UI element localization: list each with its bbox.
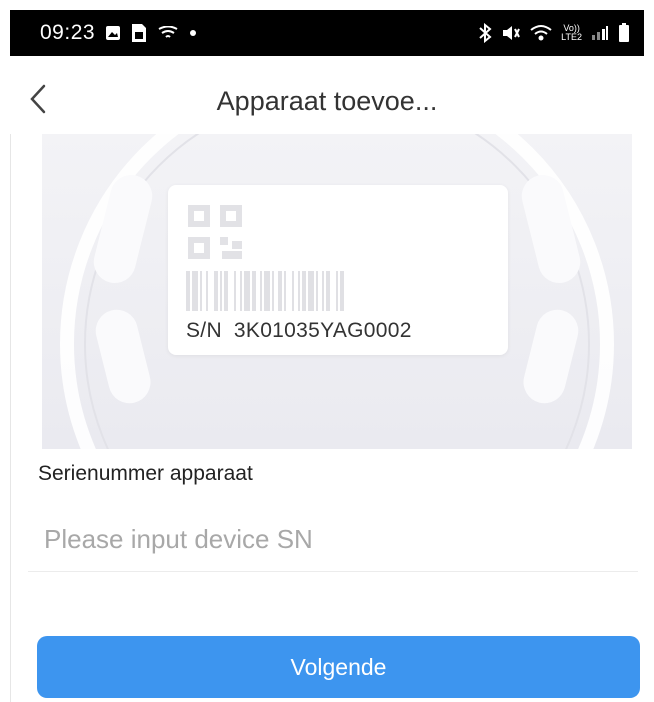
barcode-bar — [234, 271, 236, 311]
barcode-bar — [224, 271, 228, 311]
app-bar: Apparaat toevoe... — [10, 64, 644, 134]
barcode-icon — [186, 271, 344, 311]
serial-number-text: S/N 3K01035YAG0002 — [186, 319, 412, 343]
dot-icon — [189, 29, 197, 37]
barcode-bar — [220, 271, 222, 311]
barcode-bar — [316, 271, 318, 311]
barcode-bar — [260, 271, 262, 311]
status-right: Vo)) LTE2 — [478, 23, 630, 43]
battery-icon — [618, 23, 630, 43]
barcode-bar — [284, 271, 286, 311]
barcode-bar — [302, 271, 306, 311]
serial-number-label-card: S/N 3K01035YAG0002 — [168, 185, 508, 355]
barcode-bar — [200, 271, 202, 311]
barcode-bar — [272, 271, 274, 311]
barcode-bar — [264, 271, 270, 311]
serial-number-value: 3K01035YAG0002 — [233, 319, 412, 342]
wifi-icon — [530, 24, 552, 42]
serial-number-prefix: S/N — [186, 319, 222, 342]
barcode-bar — [186, 271, 190, 311]
next-button[interactable]: Volgende — [37, 636, 640, 698]
status-time: 09:23 — [40, 21, 96, 44]
screenshot-icon — [105, 25, 121, 41]
status-left: 09:23 — [40, 21, 197, 45]
input-underline — [28, 571, 638, 572]
barcode-bar — [206, 271, 208, 311]
barcode-bar — [278, 271, 282, 311]
barcode-bar — [252, 271, 256, 311]
sim-card-icon — [131, 23, 147, 43]
barcode-bar — [336, 271, 338, 311]
status-bar: 09:23 Vo)) LTE2 — [10, 10, 644, 56]
cast-icon — [157, 26, 179, 40]
barcode-bar — [292, 271, 294, 311]
barcode-bar — [308, 271, 314, 311]
barcode-bar — [322, 271, 324, 311]
qr-code-icon — [188, 205, 242, 259]
lte-label: LTE2 — [561, 32, 582, 42]
bluetooth-icon — [478, 23, 492, 43]
volte-lte2-icon: Vo)) LTE2 — [561, 24, 582, 42]
signal-icon — [591, 25, 609, 41]
barcode-bar — [240, 271, 242, 311]
device-sn-input[interactable] — [28, 508, 638, 570]
barcode-bar — [326, 271, 330, 311]
serial-number-field-label: Serienummer apparaat — [38, 462, 253, 485]
barcode-bar — [192, 271, 198, 311]
mute-vibrate-icon — [501, 24, 521, 42]
barcode-bar — [298, 271, 300, 311]
page-title: Apparaat toevoe... — [216, 86, 438, 116]
left-edge-divider — [10, 134, 11, 702]
barcode-bar — [244, 271, 250, 311]
barcode-bar — [214, 271, 218, 311]
barcode-bar — [340, 271, 344, 311]
